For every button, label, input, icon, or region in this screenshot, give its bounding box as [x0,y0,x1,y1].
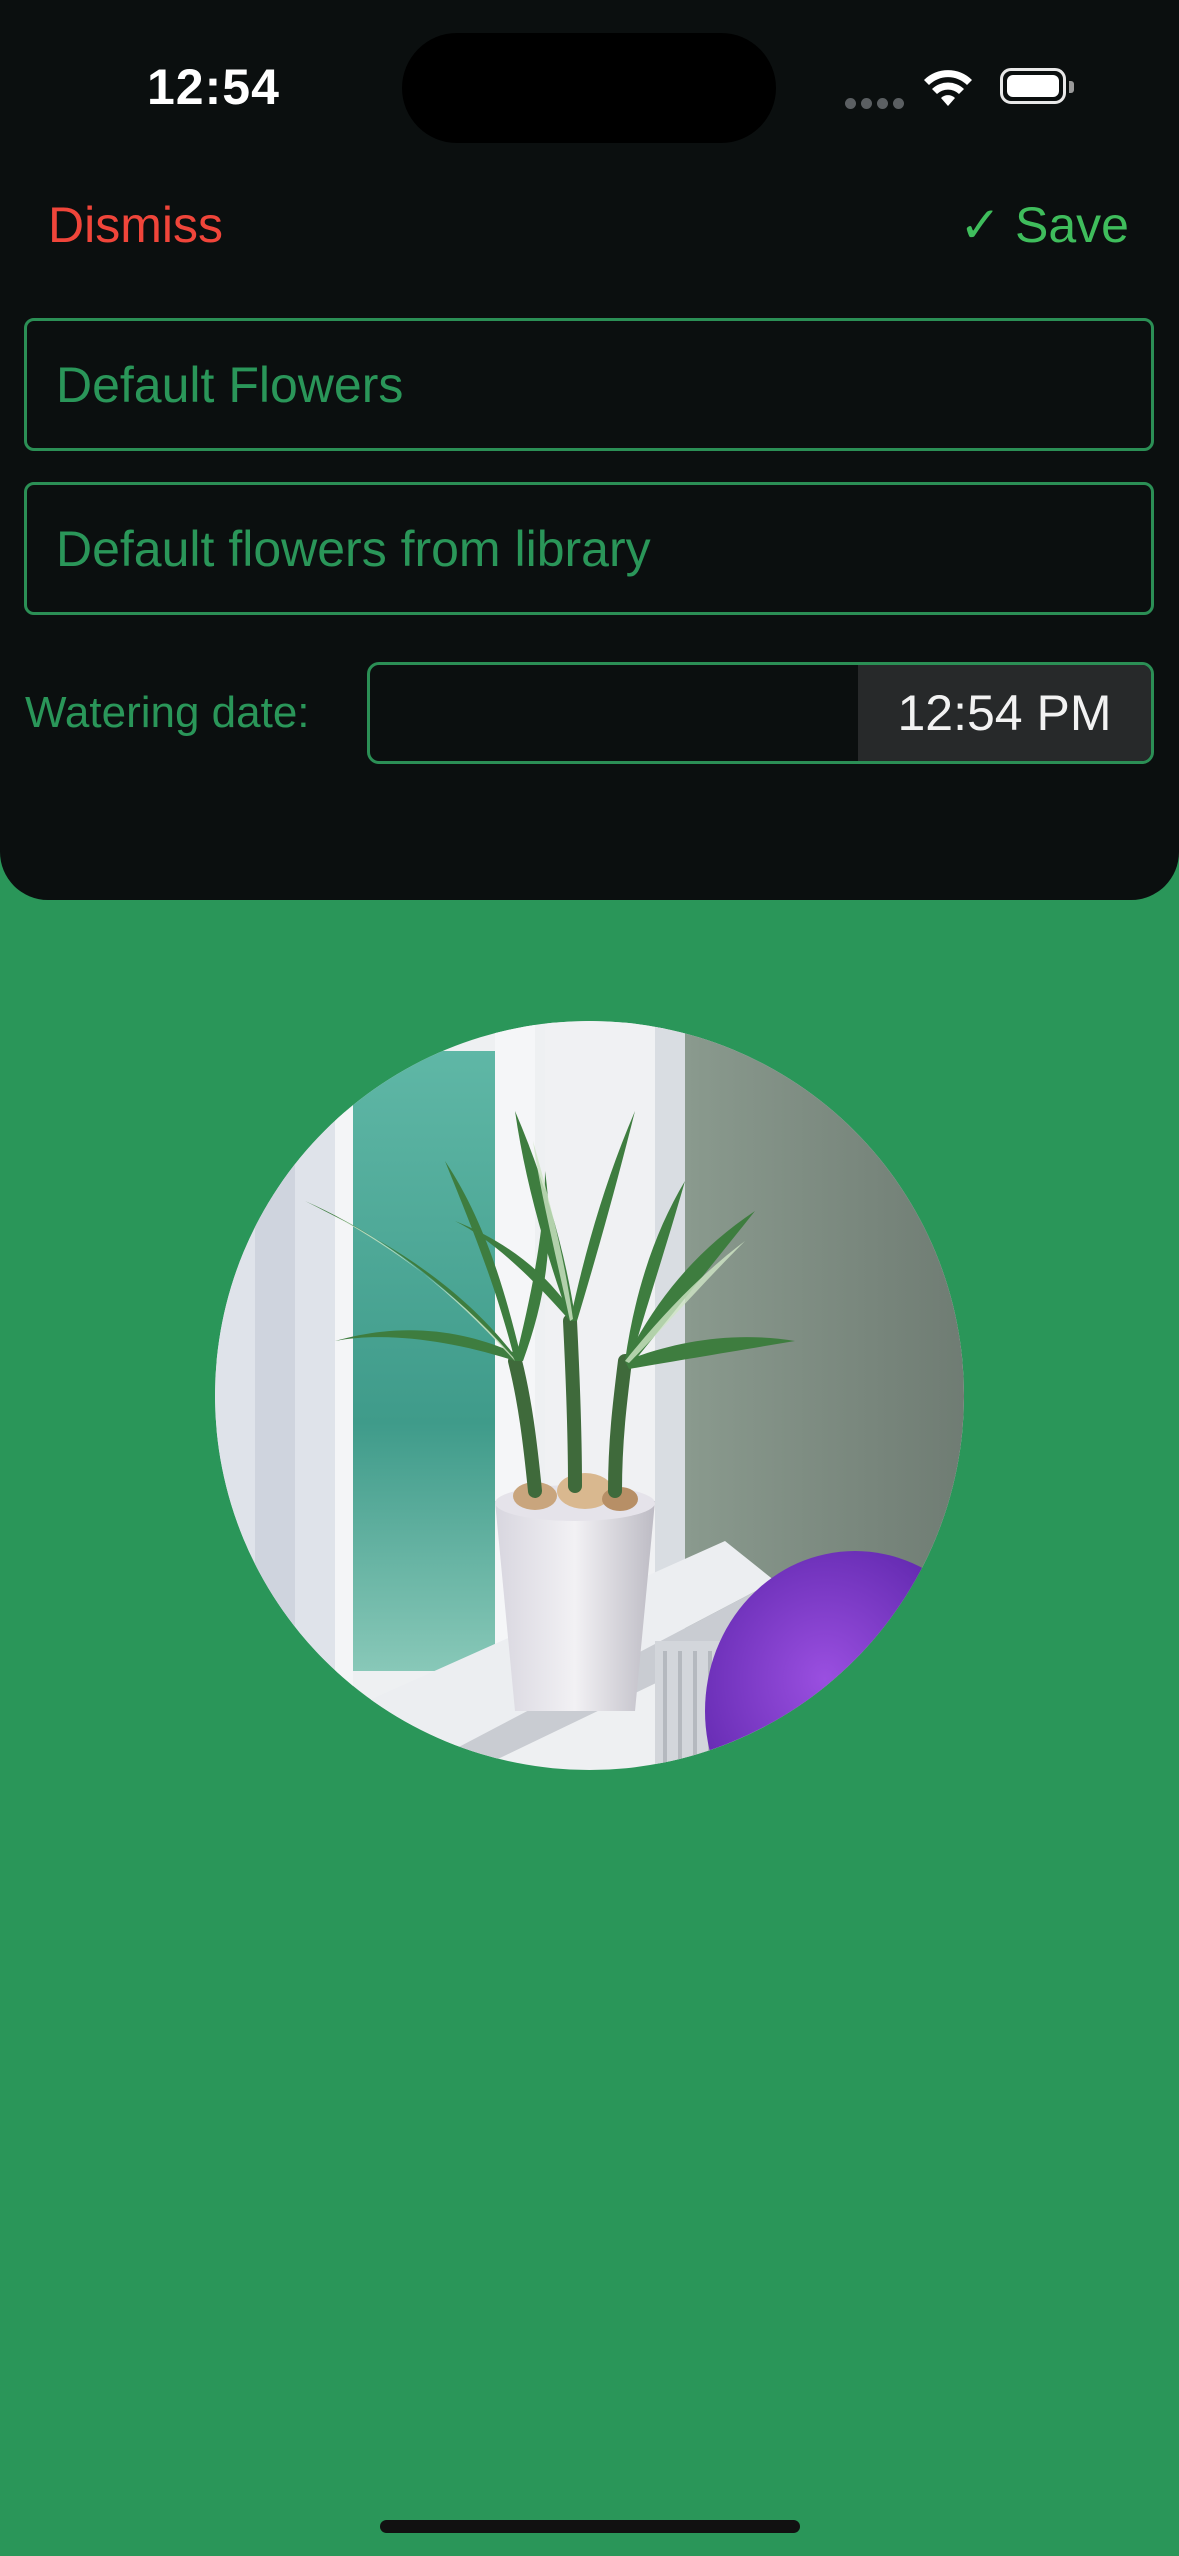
flower-name-field[interactable] [24,318,1154,451]
watering-date-label: Watering date: [25,688,310,737]
battery-icon [1000,68,1074,104]
dismiss-button[interactable]: Dismiss [48,196,223,254]
watering-date-picker[interactable]: 12:54 PM [367,662,1154,764]
plant-image [215,1021,964,1770]
flower-description-field[interactable] [24,482,1154,615]
status-time: 12:54 [147,59,280,115]
form-sheet: 12:54 Dismiss ✓ Save Watering date: 12:5… [0,0,1179,900]
cellular-signal-icon [845,96,909,114]
wifi-icon [924,70,972,106]
plant-photo[interactable] [215,1021,964,1770]
home-indicator[interactable] [380,2520,800,2533]
watering-time-button[interactable]: 12:54 PM [858,665,1151,761]
save-button[interactable]: ✓ Save [959,196,1129,254]
dynamic-island [402,33,776,143]
